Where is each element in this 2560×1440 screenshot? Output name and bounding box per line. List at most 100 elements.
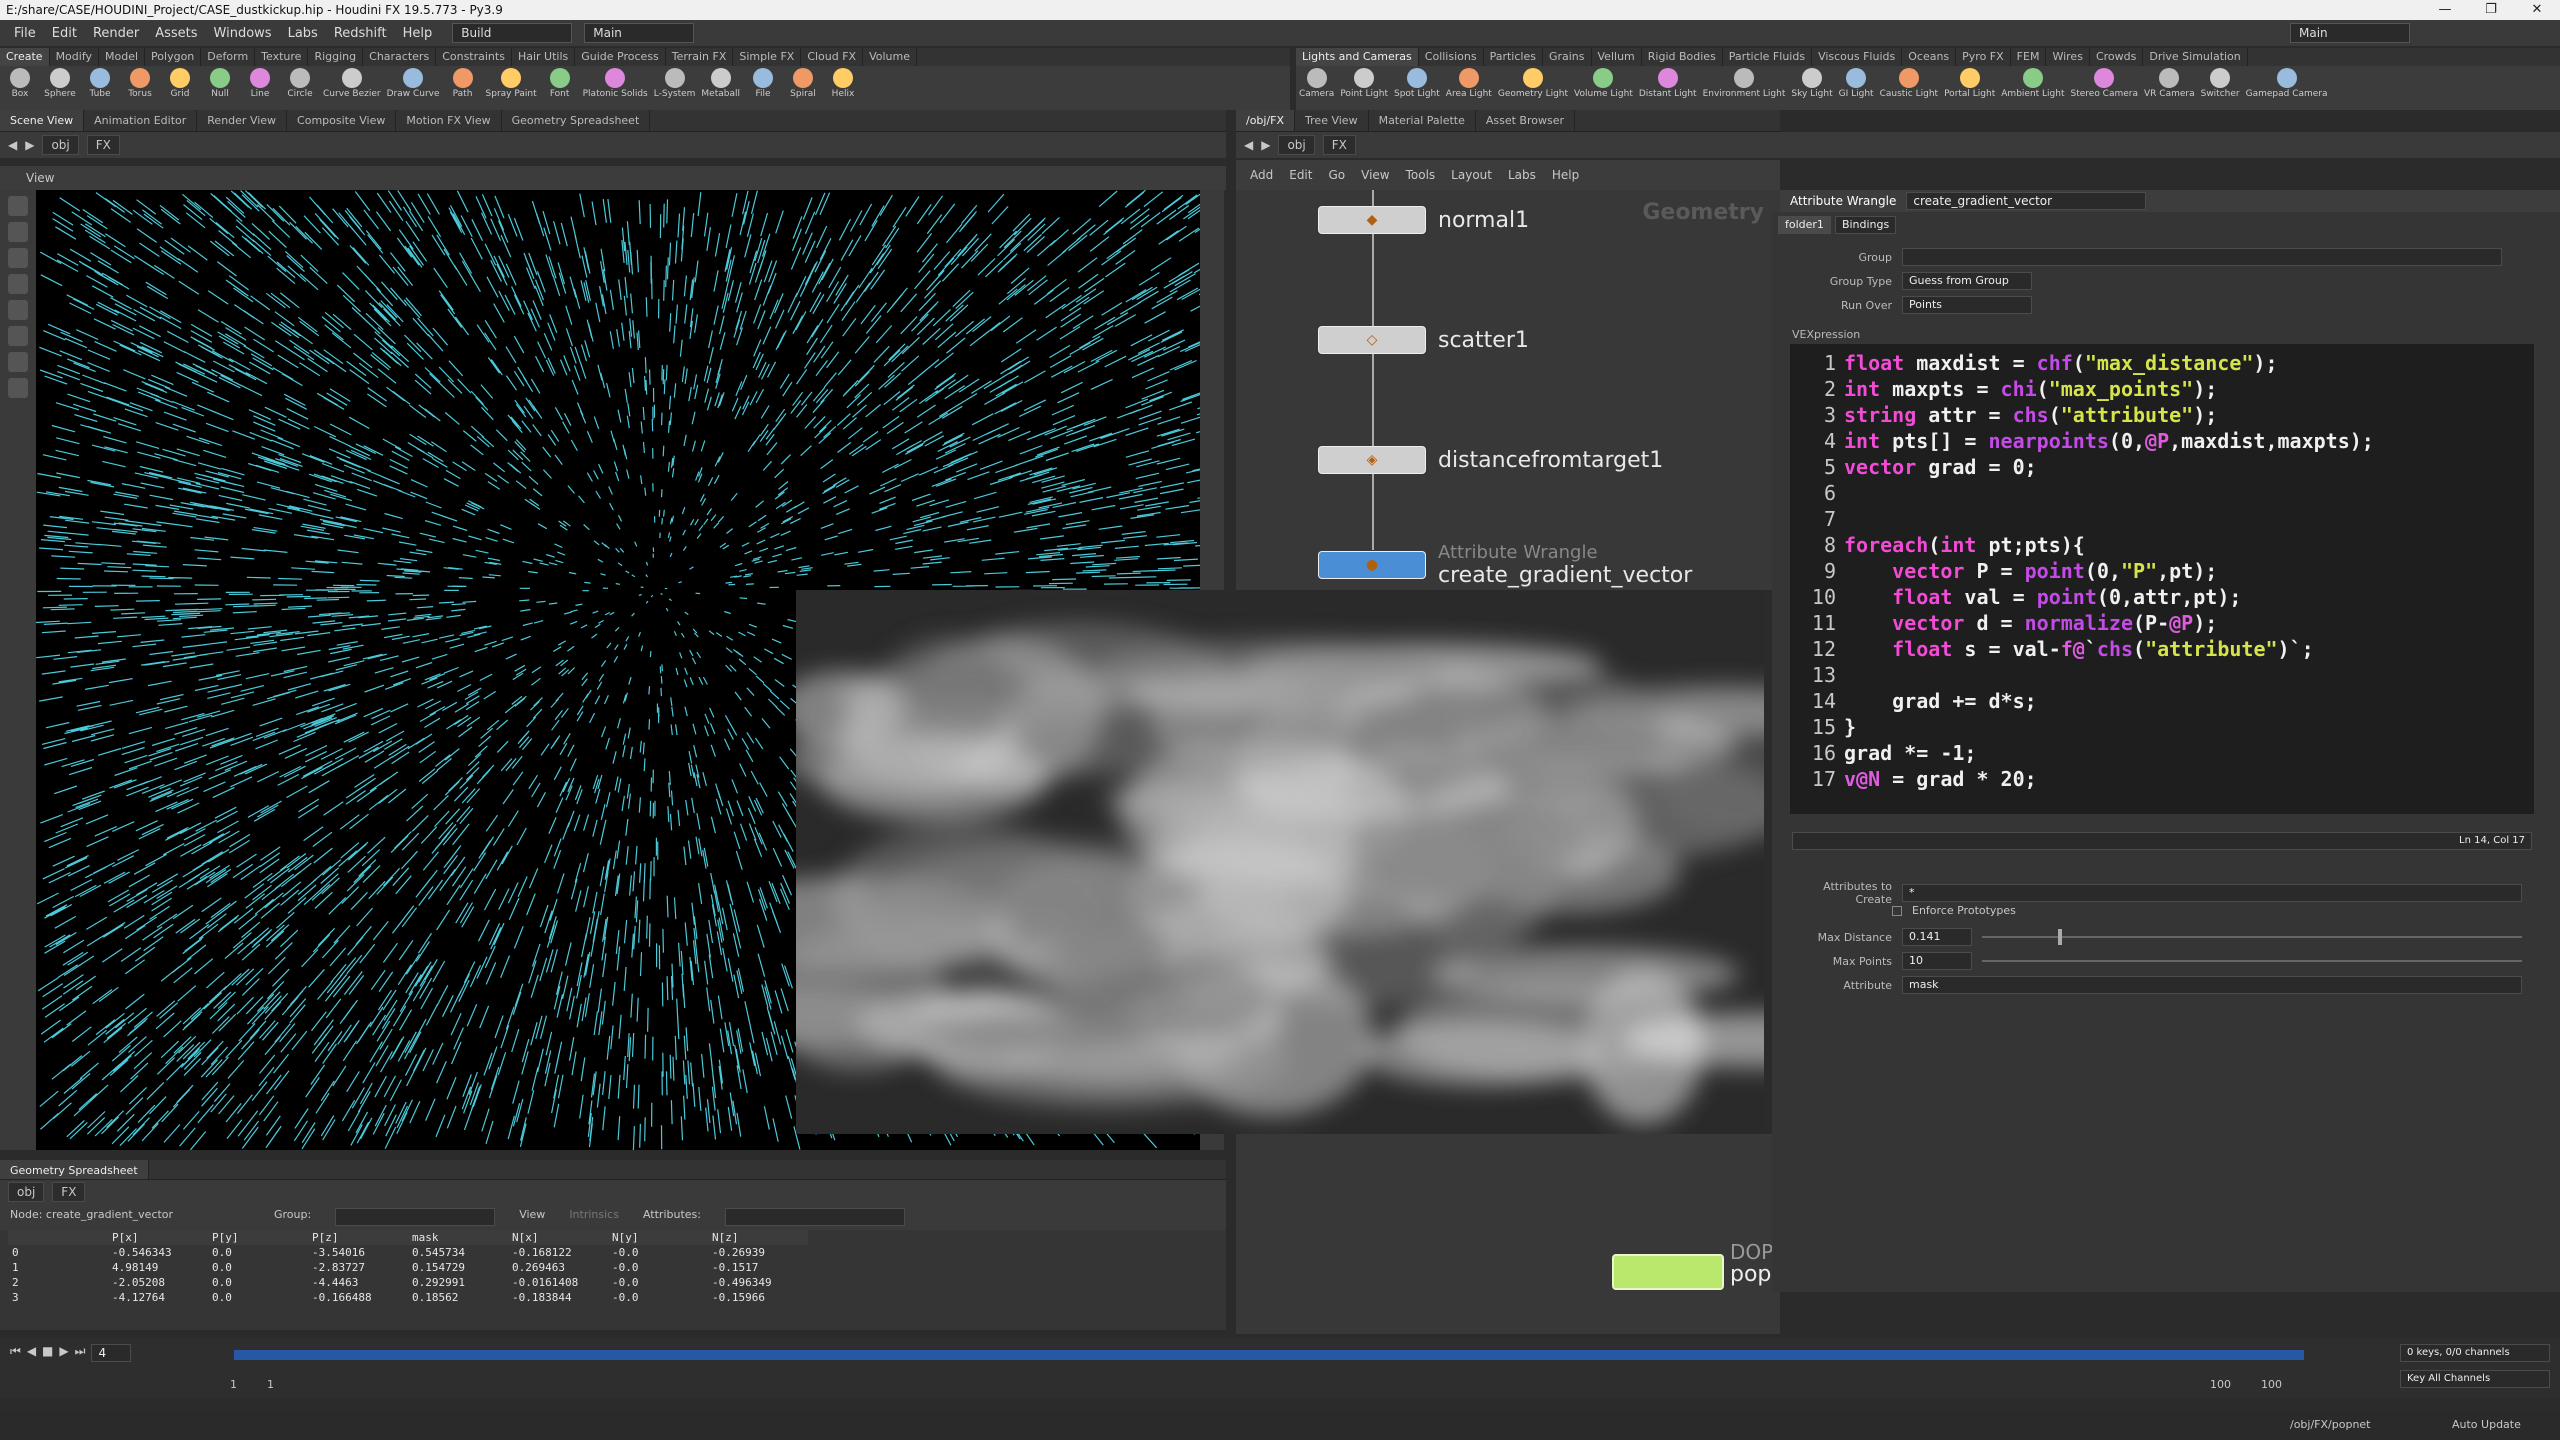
- tool-platonic-solids[interactable]: Platonic Solids: [580, 66, 651, 99]
- tab-motion-fx-view[interactable]: Motion FX View: [396, 110, 502, 131]
- net-menu-labs[interactable]: Labs: [1508, 168, 1536, 182]
- shelf-tab-vellum[interactable]: Vellum: [1592, 48, 1642, 66]
- group-field[interactable]: [1902, 248, 2502, 266]
- tool-gi-light[interactable]: GI Light: [1836, 66, 1877, 99]
- main-dropdown[interactable]: Main: [584, 23, 695, 43]
- tool-helix[interactable]: Helix: [823, 66, 863, 99]
- attribute-field[interactable]: mask: [1902, 976, 2522, 994]
- handle-icon[interactable]: [8, 300, 28, 320]
- tool-volume-light[interactable]: Volume Light: [1571, 66, 1636, 99]
- shelf-tab-oceans[interactable]: Oceans: [1902, 48, 1957, 66]
- network-editor[interactable]: Geometry ◆ normal1 ◇ scatter1 ◈ distance…: [1236, 190, 1780, 590]
- maximize-button[interactable]: ❐: [2468, 0, 2514, 20]
- shelf-tab-particles[interactable]: Particles: [1484, 48, 1543, 66]
- shelf-tab-collisions[interactable]: Collisions: [1419, 48, 1484, 66]
- tab-tree-view[interactable]: Tree View: [1295, 110, 1369, 131]
- shelf-tab-drive-simulation[interactable]: Drive Simulation: [2143, 48, 2248, 66]
- menu-file[interactable]: File: [6, 26, 44, 41]
- shelf-tab-cloud-fx[interactable]: Cloud FX: [801, 48, 864, 66]
- shelf-tab-rigging[interactable]: Rigging: [308, 48, 364, 66]
- forward-icon[interactable]: ▶: [25, 138, 34, 152]
- tool-spray-paint[interactable]: Spray Paint: [483, 66, 540, 99]
- tool-caustic-light[interactable]: Caustic Light: [1877, 66, 1942, 99]
- tool-sky-light[interactable]: Sky Light: [1788, 66, 1835, 99]
- tool-spiral[interactable]: Spiral: [783, 66, 823, 99]
- jump-start-icon[interactable]: ⏮: [10, 1344, 21, 1362]
- group-filter[interactable]: [335, 1208, 496, 1226]
- tool-circle[interactable]: Circle: [280, 66, 320, 99]
- column-header[interactable]: [8, 1230, 108, 1245]
- shelf-tab-characters[interactable]: Characters: [363, 48, 437, 66]
- brush-icon[interactable]: [8, 352, 28, 372]
- tab-render-view[interactable]: Render View: [197, 110, 288, 131]
- shelf-tab-constraints[interactable]: Constraints: [436, 48, 512, 66]
- node-distancefromtarget1[interactable]: ◈ distancefromtarget1: [1318, 446, 1663, 474]
- shelf-tab-guide-process[interactable]: Guide Process: [575, 48, 666, 66]
- tab-material-palette[interactable]: Material Palette: [1369, 110, 1476, 131]
- max-dist-field[interactable]: 0.141: [1902, 928, 1972, 946]
- tool-spot-light[interactable]: Spot Light: [1391, 66, 1443, 99]
- step-back-icon[interactable]: ◀: [27, 1344, 36, 1362]
- menu-edit[interactable]: Edit: [44, 26, 85, 41]
- tool-point-light[interactable]: Point Light: [1337, 66, 1391, 99]
- tool-curve-bezier[interactable]: Curve Bezier: [320, 66, 384, 99]
- shelf-tab-rigid-bodies[interactable]: Rigid Bodies: [1642, 48, 1723, 66]
- view-dropdown[interactable]: View: [519, 1208, 545, 1226]
- shelf-tab-texture[interactable]: Texture: [255, 48, 309, 66]
- column-header[interactable]: P[y]: [208, 1230, 308, 1245]
- net-menu-edit[interactable]: Edit: [1289, 168, 1312, 182]
- tool-tube[interactable]: Tube: [80, 66, 120, 99]
- timeline-bar[interactable]: [234, 1350, 2304, 1360]
- shelf-tab-modify[interactable]: Modify: [50, 48, 100, 66]
- shelf-tab-crowds[interactable]: Crowds: [2090, 48, 2144, 66]
- column-header[interactable]: N[z]: [708, 1230, 808, 1245]
- node-popnet[interactable]: [1612, 1254, 1724, 1290]
- tool-ambient-light[interactable]: Ambient Light: [1998, 66, 2067, 99]
- tool-distant-light[interactable]: Distant Light: [1636, 66, 1700, 99]
- shelf-tab-create[interactable]: Create: [0, 48, 50, 66]
- column-header[interactable]: P[x]: [108, 1230, 208, 1245]
- tool-switcher[interactable]: Switcher: [2198, 66, 2243, 99]
- menu-redshift[interactable]: Redshift: [326, 26, 395, 41]
- tool-portal-light[interactable]: Portal Light: [1941, 66, 1998, 99]
- net-menu-help[interactable]: Help: [1552, 168, 1579, 182]
- play-icon[interactable]: ▶: [59, 1344, 68, 1362]
- attributes-filter[interactable]: [724, 1208, 905, 1226]
- tab-scene-view[interactable]: Scene View: [0, 110, 85, 131]
- tool-font[interactable]: Font: [540, 66, 580, 99]
- tool-gamepad-camera[interactable]: Gamepad Camera: [2243, 66, 2331, 99]
- shelf-tab-lights-and-cameras[interactable]: Lights and Cameras: [1296, 48, 1419, 66]
- group-type-dropdown[interactable]: Guess from Group: [1902, 272, 2032, 290]
- back-icon[interactable]: ◀: [1244, 138, 1253, 152]
- net-menu-view[interactable]: View: [1361, 168, 1389, 182]
- path-obj[interactable]: obj: [42, 135, 79, 155]
- back-icon[interactable]: ◀: [8, 138, 17, 152]
- key-all-button[interactable]: Key All Channels: [2400, 1370, 2550, 1388]
- max-pts-slider[interactable]: [1982, 960, 2522, 962]
- forward-icon[interactable]: ▶: [1261, 138, 1270, 152]
- tool-geometry-light[interactable]: Geometry Light: [1495, 66, 1571, 99]
- menu-windows[interactable]: Windows: [206, 26, 280, 41]
- tool-draw-curve[interactable]: Draw Curve: [384, 66, 443, 99]
- move-icon[interactable]: [8, 222, 28, 242]
- tab-composite-view[interactable]: Composite View: [287, 110, 397, 131]
- shelf-tab-viscous-fluids[interactable]: Viscous Fluids: [1812, 48, 1903, 66]
- tool-path[interactable]: Path: [443, 66, 483, 99]
- tool-camera[interactable]: Camera: [1296, 66, 1337, 99]
- tool-environment-light[interactable]: Environment Light: [1700, 66, 1789, 99]
- tool-stereo-camera[interactable]: Stereo Camera: [2068, 66, 2142, 99]
- end-frame-2[interactable]: 100: [2261, 1378, 2282, 1391]
- close-button[interactable]: ✕: [2514, 0, 2560, 20]
- tool-file[interactable]: File: [743, 66, 783, 99]
- column-header[interactable]: N[y]: [608, 1230, 708, 1245]
- menu-help[interactable]: Help: [395, 26, 441, 41]
- tool-grid[interactable]: Grid: [160, 66, 200, 99]
- intrinsics-dropdown[interactable]: Intrinsics: [569, 1208, 619, 1226]
- shelf-tab-particle-fluids[interactable]: Particle Fluids: [1723, 48, 1813, 66]
- scale-icon[interactable]: [8, 274, 28, 294]
- shelf-tab-deform[interactable]: Deform: [201, 48, 256, 66]
- net-menu-tools[interactable]: Tools: [1406, 168, 1436, 182]
- tab-folder1[interactable]: folder1: [1778, 216, 1831, 234]
- menu-render[interactable]: Render: [85, 26, 147, 41]
- frame-field[interactable]: 4: [91, 1344, 132, 1362]
